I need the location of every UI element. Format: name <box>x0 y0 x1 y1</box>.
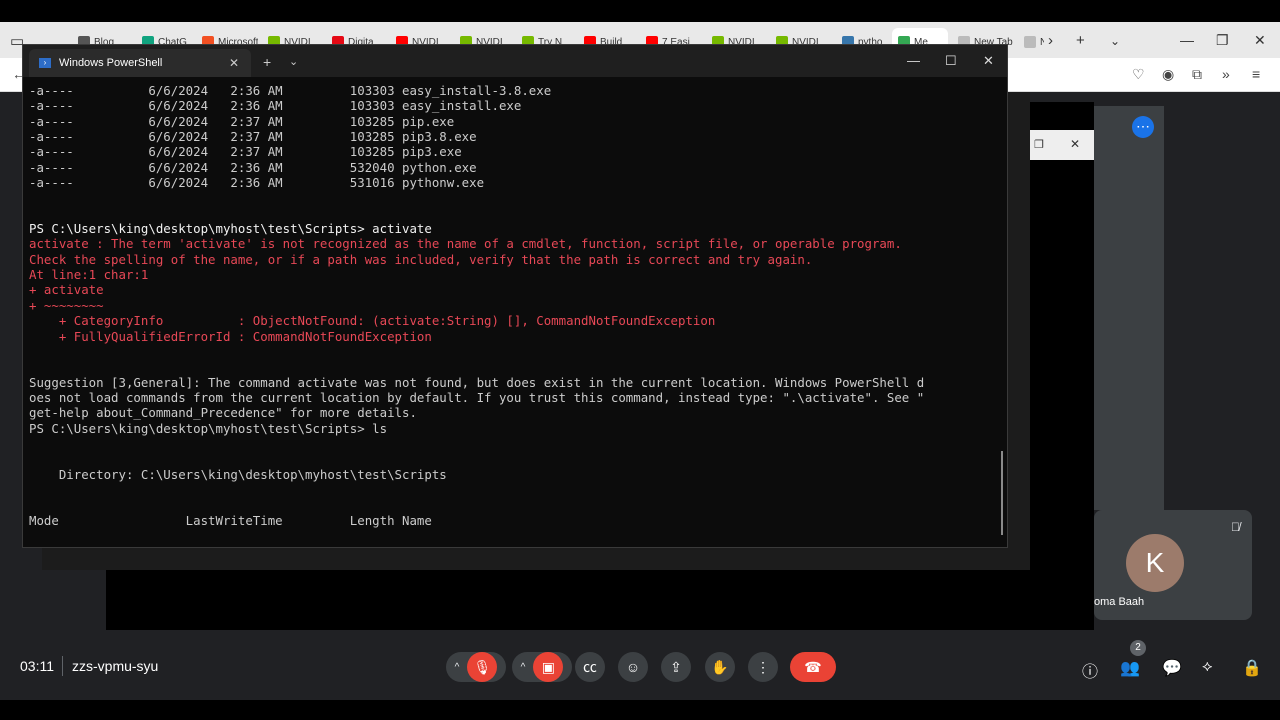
tab-title: Windows PowerShell <box>59 57 163 69</box>
terminal-line: oes not load commands from the current l… <box>29 389 925 405</box>
captions-button[interactable]: ㏄ <box>575 652 605 682</box>
terminal-line: + activate <box>29 282 104 298</box>
end-call-button[interactable]: ☎ <box>790 652 836 682</box>
browser-tab-label: Nev <box>1040 36 1044 48</box>
terminal-line: -a---- 6/6/2024 2:36 AM 532040 python.ex… <box>29 159 477 175</box>
more-options-icon[interactable]: ⋯ <box>1132 116 1154 138</box>
activities-icon[interactable]: ⟡ <box>1202 658 1213 676</box>
pocket-icon[interactable]: ♡ <box>1132 66 1145 83</box>
minimize-icon[interactable]: — <box>1180 32 1194 48</box>
hand-icon: ✋ <box>711 658 729 675</box>
more-options-button[interactable]: ⋮ <box>748 652 778 682</box>
host-controls-icon[interactable]: 🔒 <box>1242 658 1262 678</box>
maximize-icon[interactable]: ☐ <box>945 53 957 69</box>
powershell-icon: › <box>39 58 51 68</box>
overflow-chevron-icon[interactable]: » <box>1222 66 1230 82</box>
new-tab-icon[interactable]: + <box>1076 32 1085 49</box>
extensions-icon[interactable]: ⧉ <box>1192 66 1202 83</box>
terminal-line: Mode LastWriteTime Length Name <box>29 512 432 528</box>
restore-icon[interactable]: ❐ <box>1034 138 1044 151</box>
raise-hand-button[interactable]: ✋ <box>705 652 735 682</box>
emoji-icon: ☺ <box>625 659 641 675</box>
tab-favicon-icon <box>1024 36 1036 48</box>
terminal-line: -a---- 6/6/2024 2:37 AM 103285 pip3.exe <box>29 144 462 160</box>
chevron-up-icon[interactable]: ^ <box>455 662 460 673</box>
powershell-titlebar: › Windows PowerShell ✕ + ⌄ — ☐ ✕ <box>23 45 1007 77</box>
captions-icon: ㏄ <box>583 659 597 675</box>
mic-off-icon[interactable]: 🎙 <box>467 652 498 682</box>
terminal-line: Check the spelling of the name, or if a … <box>29 251 813 267</box>
meeting-controls: 03:11 zzs-vpmu-syu ^ 🎙 ^ ▣ ㏄ ☺ ⇪ ✋ ⋮ ☎ ⓘ… <box>0 630 1280 700</box>
present-icon: ⇪ <box>670 658 682 675</box>
side-panel <box>1094 106 1164 510</box>
top-letterbox <box>0 0 1280 22</box>
terminal-line: + CategoryInfo : ObjectNotFound: (activa… <box>29 313 716 329</box>
chevron-up-icon[interactable]: ^ <box>521 662 526 673</box>
terminal-line: Directory: C:\Users\king\desktop\myhost\… <box>29 466 447 482</box>
browser-tab[interactable]: Nev <box>1018 28 1044 56</box>
terminal-line: Suggestion [3,General]: The command acti… <box>29 374 925 390</box>
mic-button[interactable]: ^ 🎙 <box>446 652 506 682</box>
present-button[interactable]: ⇪ <box>661 652 691 682</box>
scrollbar[interactable] <box>1001 451 1003 535</box>
divider <box>62 656 63 676</box>
info-icon[interactable]: ⓘ <box>1082 658 1098 682</box>
terminal-line: -a---- 6/6/2024 2:36 AM 531016 pythonw.e… <box>29 175 485 191</box>
terminal-line: At line:1 char:1 <box>29 267 149 283</box>
tab-list-icon[interactable]: ⌄ <box>1110 34 1120 48</box>
terminal-line: PS C:\Users\king\desktop\myhost\test\Scr… <box>29 221 432 237</box>
avatar: K <box>1126 534 1184 592</box>
chat-icon[interactable]: 💬 <box>1162 658 1182 678</box>
terminal-line: -a---- 6/6/2024 2:36 AM 103303 easy_inst… <box>29 98 522 114</box>
phone-icon: ☎ <box>804 658 822 675</box>
powershell-window[interactable]: › Windows PowerShell ✕ + ⌄ — ☐ ✕ -a---- … <box>22 44 1008 548</box>
terminal-line: -a---- 6/6/2024 2:37 AM 103285 pip.exe <box>29 113 455 129</box>
camera-off-icon[interactable]: ▣ <box>533 652 564 682</box>
people-icon[interactable]: 👥 <box>1120 658 1140 678</box>
people-count-badge: 2 <box>1130 640 1146 656</box>
emoji-button[interactable]: ☺ <box>618 652 648 682</box>
mic-off-icon: 🎙̸ <box>1231 520 1240 534</box>
terminal-line: get-help about_Command_Precedence" for m… <box>29 405 417 421</box>
terminal-line: + ~~~~~~~~ <box>29 297 104 313</box>
chevron-down-icon[interactable]: ⌄ <box>289 55 298 68</box>
bottom-letterbox <box>0 700 1280 720</box>
terminal-line: + FullyQualifiedErrorId : CommandNotFoun… <box>29 328 432 344</box>
terminal-output[interactable]: -a---- 6/6/2024 2:36 AM 103303 easy_inst… <box>29 83 989 545</box>
more-vert-icon: ⋮ <box>756 658 770 675</box>
menu-icon[interactable]: ≡ <box>1252 66 1260 82</box>
account-icon[interactable]: ◉ <box>1162 66 1174 83</box>
background-window-titlebar: ❐ ✕ <box>1030 130 1094 160</box>
camera-button[interactable]: ^ ▣ <box>512 652 572 682</box>
terminal-line: activate : The term 'activate' is not re… <box>29 236 902 252</box>
participant-tile[interactable]: K oma Baah 🎙̸ <box>1094 510 1252 620</box>
terminal-line: PS C:\Users\king\desktop\myhost\test\Scr… <box>29 420 388 436</box>
participant-name: oma Baah <box>1094 596 1145 608</box>
meeting-time: 03:11 <box>20 658 54 674</box>
close-icon[interactable]: ✕ <box>983 53 994 69</box>
restore-icon[interactable]: ❐ <box>1216 32 1229 49</box>
tab-scroll-right-icon[interactable]: › <box>1048 32 1053 49</box>
close-icon[interactable]: ✕ <box>1254 32 1266 49</box>
terminal-line: -a---- 6/6/2024 2:36 AM 103303 easy_inst… <box>29 83 552 98</box>
meeting-code: zzs-vpmu-syu <box>72 658 159 674</box>
new-tab-icon[interactable]: + <box>263 54 271 70</box>
tab-powershell[interactable]: › Windows PowerShell ✕ <box>29 49 251 77</box>
terminal-line: -a---- 6/6/2024 2:37 AM 103285 pip3.8.ex… <box>29 129 477 145</box>
minimize-icon[interactable]: — <box>907 53 920 68</box>
close-icon[interactable]: ✕ <box>1070 137 1080 151</box>
close-tab-icon[interactable]: ✕ <box>229 56 239 70</box>
